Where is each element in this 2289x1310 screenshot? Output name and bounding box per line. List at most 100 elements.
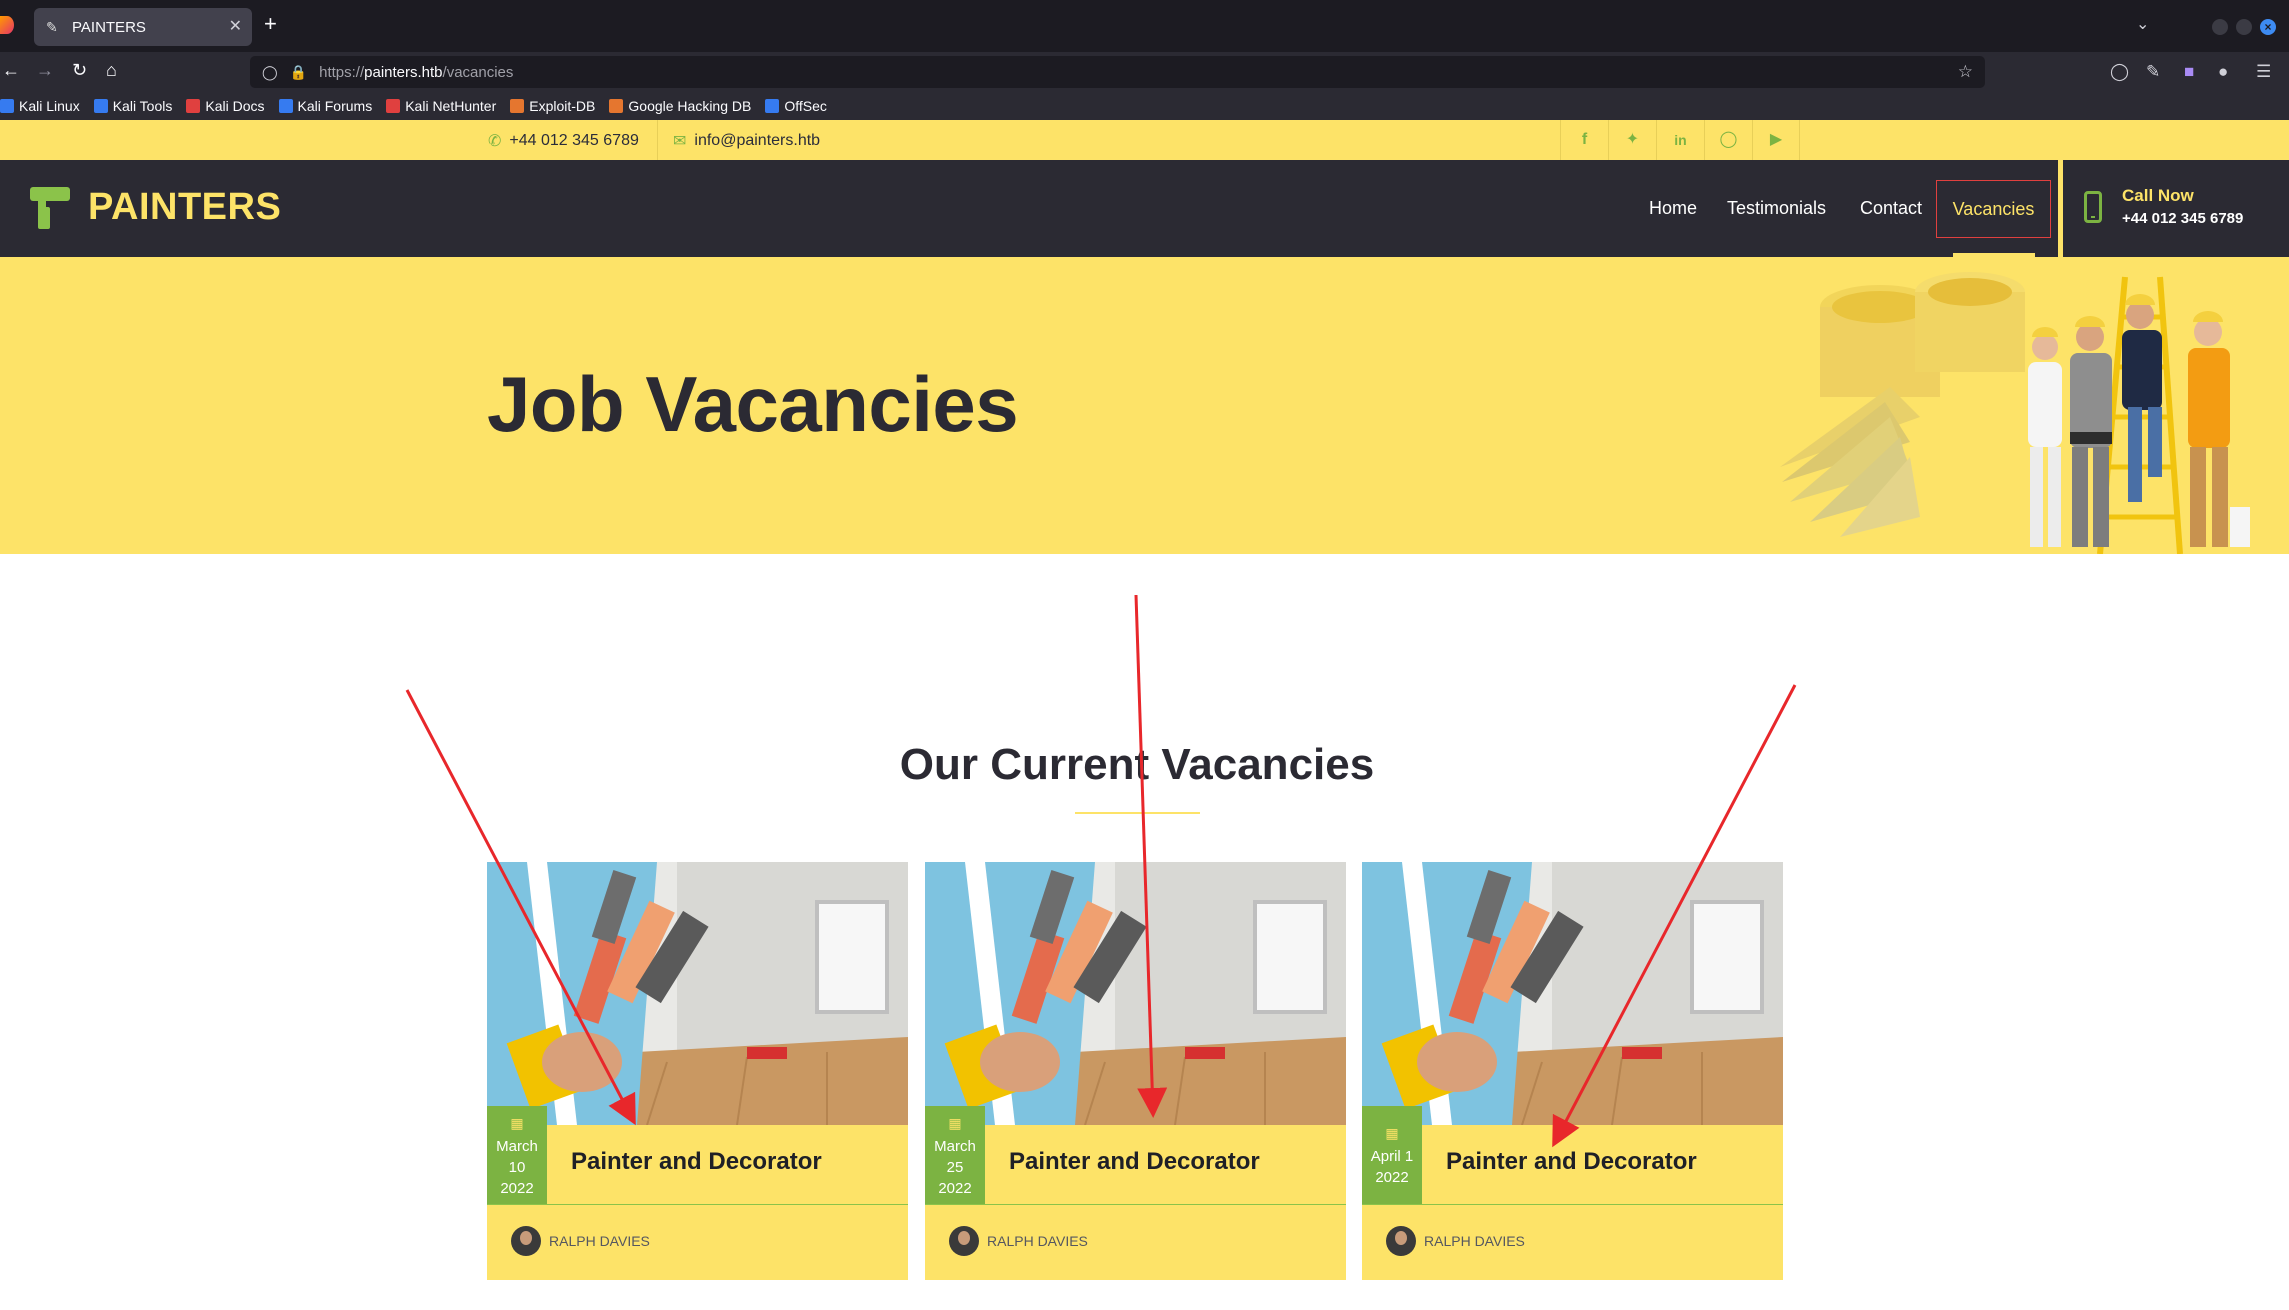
vacancy-author: RALPH DAVIES bbox=[949, 1226, 1088, 1256]
menu-hamburger-icon[interactable]: ☰ bbox=[2256, 62, 2271, 82]
browser-toolbar: ← → ↻ ⌂ ◯ 🔒 https://painters.htb/vacanci… bbox=[0, 52, 2289, 92]
website-viewport: ✆ +44 012 345 6789 ✉ info@painters.htb f… bbox=[0, 120, 2289, 1310]
call-now-label: Call Now bbox=[2122, 186, 2194, 205]
vacancy-card[interactable]: ▦ March 10 2022 Painter and Decorator RA… bbox=[487, 862, 908, 1280]
vacancy-date: ▦ April 1 2022 bbox=[1362, 1106, 1422, 1204]
author-name: RALPH DAVIES bbox=[1424, 1233, 1525, 1249]
close-window-button[interactable]: × bbox=[2260, 19, 2276, 35]
bookmark-item[interactable]: Kali Docs bbox=[186, 98, 265, 114]
call-now-block[interactable]: Call Now +44 012 345 6789 bbox=[2084, 186, 2243, 227]
bookmark-label: Kali NetHunter bbox=[405, 98, 497, 114]
painter-brushes-image bbox=[1362, 862, 1783, 1125]
vacancy-title[interactable]: Painter and Decorator bbox=[1009, 1148, 1260, 1176]
bookmark-item[interactable]: Kali Forums bbox=[278, 98, 372, 114]
bookmark-favicon-icon bbox=[765, 99, 780, 113]
bookmark-item[interactable]: Kali NetHunter bbox=[386, 98, 496, 114]
section-title-underline bbox=[1075, 812, 1200, 814]
reload-icon[interactable]: ↻ bbox=[72, 60, 87, 81]
forward-arrow-icon[interactable]: → bbox=[36, 60, 54, 81]
close-tab-icon[interactable]: ✕ bbox=[229, 16, 242, 36]
date-line-2: 25 bbox=[946, 1159, 964, 1176]
bookmark-item[interactable]: Exploit-DB bbox=[510, 98, 595, 114]
nav-testimonials[interactable]: Testimonials bbox=[1727, 198, 1826, 219]
vacancy-date: ▦ March 25 2022 bbox=[925, 1106, 985, 1204]
bookmark-favicon-icon bbox=[278, 99, 293, 113]
call-now-number: +44 012 345 6789 bbox=[2122, 210, 2244, 227]
maximize-window-button[interactable] bbox=[2236, 19, 2252, 35]
chevron-down-icon[interactable]: ⌄ bbox=[2136, 14, 2149, 34]
bookmark-favicon-icon bbox=[93, 99, 108, 113]
minimize-window-button[interactable] bbox=[2212, 19, 2228, 35]
browser-tab-painters[interactable]: ✎ PAINTERS ✕ bbox=[34, 8, 252, 46]
vacancy-card[interactable]: ▦ March 25 2022 Painter and Decorator RA… bbox=[925, 862, 1346, 1280]
vacancy-title[interactable]: Painter and Decorator bbox=[1446, 1148, 1697, 1176]
calendar-icon: ▦ bbox=[510, 1115, 524, 1131]
nav-home[interactable]: Home bbox=[1649, 198, 1697, 219]
mobile-phone-icon bbox=[2084, 190, 2102, 223]
bookmark-favicon-icon bbox=[186, 99, 201, 113]
vacancy-card[interactable]: ▦ April 1 2022 Painter and Decorator RAL… bbox=[1362, 862, 1783, 1280]
bookmark-favicon-icon bbox=[510, 99, 525, 113]
address-bar[interactable]: ◯ 🔒 https://painters.htb/vacancies ☆ bbox=[250, 56, 1985, 88]
calendar-icon: ▦ bbox=[1385, 1125, 1399, 1141]
contact-topbar: ✆ +44 012 345 6789 ✉ info@painters.htb f… bbox=[0, 120, 2289, 160]
topbar-phone[interactable]: ✆ +44 012 345 6789 bbox=[488, 131, 639, 151]
author-name: RALPH DAVIES bbox=[987, 1233, 1088, 1249]
calendar-icon: ▦ bbox=[948, 1115, 962, 1131]
nav-vacancies[interactable]: Vacancies bbox=[1936, 180, 2051, 238]
vacancy-author: RALPH DAVIES bbox=[1386, 1226, 1525, 1256]
envelope-icon: ✉ bbox=[673, 133, 687, 150]
bookmark-favicon-icon bbox=[0, 99, 14, 113]
bookmark-label: Kali Docs bbox=[205, 98, 265, 114]
facebook-icon[interactable]: f bbox=[1560, 120, 1608, 160]
paint-roller-favicon-icon: ✎ bbox=[46, 19, 58, 35]
brand-logo[interactable]: PAINTERS bbox=[30, 186, 281, 229]
bookmark-star-icon[interactable]: ☆ bbox=[1958, 62, 1973, 82]
section-title: Our Current Vacancies bbox=[899, 740, 1375, 789]
pocket-icon[interactable]: ◯ bbox=[2110, 62, 2129, 82]
vacancy-date: ▦ March 10 2022 bbox=[487, 1106, 547, 1204]
date-line-2: 10 bbox=[508, 1159, 526, 1176]
card-divider bbox=[1362, 1204, 1783, 1205]
firefox-icon bbox=[0, 16, 14, 34]
lock-icon[interactable]: 🔒 bbox=[290, 64, 307, 81]
date-line-3: 2022 bbox=[500, 1180, 534, 1197]
instagram-icon[interactable]: ◯ bbox=[1704, 120, 1752, 160]
avatar bbox=[1386, 1226, 1416, 1256]
url-text[interactable]: https://painters.htb/vacancies bbox=[319, 64, 513, 81]
tab-title: PAINTERS bbox=[72, 18, 146, 36]
extensions-icon[interactable]: ✎ bbox=[2146, 62, 2160, 82]
painter-brushes-image bbox=[487, 862, 908, 1125]
bookmark-item[interactable]: Google Hacking DB bbox=[609, 98, 751, 114]
card-divider bbox=[487, 1204, 908, 1205]
bookmark-label: Kali Tools bbox=[112, 98, 173, 114]
page-title: Job Vacancies bbox=[487, 360, 1019, 448]
date-line-2: 2022 bbox=[1375, 1169, 1409, 1186]
bookmark-label: Kali Linux bbox=[19, 98, 80, 114]
topbar-phone-text: +44 012 345 6789 bbox=[509, 132, 639, 149]
account-icon[interactable]: ● bbox=[2218, 62, 2228, 82]
topbar-email-text: info@painters.htb bbox=[694, 132, 821, 149]
bookmark-label: Google Hacking DB bbox=[628, 98, 752, 114]
new-tab-icon[interactable]: + bbox=[264, 12, 277, 36]
phone-icon: ✆ bbox=[488, 133, 502, 150]
twitter-icon[interactable]: ✦ bbox=[1608, 120, 1656, 160]
header-divider bbox=[2058, 160, 2063, 257]
nav-contact[interactable]: Contact bbox=[1860, 198, 1922, 219]
youtube-icon[interactable]: ▶ bbox=[1752, 120, 1800, 160]
bookmark-item[interactable]: Kali Tools bbox=[93, 98, 173, 114]
back-arrow-icon[interactable]: ← bbox=[2, 60, 20, 81]
home-icon[interactable]: ⌂ bbox=[106, 60, 117, 81]
painters-team-illustration bbox=[1780, 272, 2250, 554]
bookmark-item[interactable]: Kali Linux bbox=[0, 98, 80, 114]
shield-icon[interactable]: ◯ bbox=[262, 64, 278, 81]
extension-badge-icon[interactable]: ■ bbox=[2184, 62, 2194, 82]
vacancy-title[interactable]: Painter and Decorator bbox=[571, 1148, 822, 1176]
bookmarks-toolbar: Kali Linux Kali Tools Kali Docs Kali Forums… bbox=[0, 92, 2289, 120]
topbar-email[interactable]: ✉ info@painters.htb bbox=[673, 131, 820, 151]
bookmark-item[interactable]: OffSec bbox=[765, 98, 827, 114]
linkedin-icon[interactable]: in bbox=[1656, 120, 1704, 160]
date-line-3: 2022 bbox=[938, 1180, 972, 1197]
painter-brushes-image bbox=[925, 862, 1346, 1125]
date-line-1: March bbox=[496, 1138, 538, 1155]
